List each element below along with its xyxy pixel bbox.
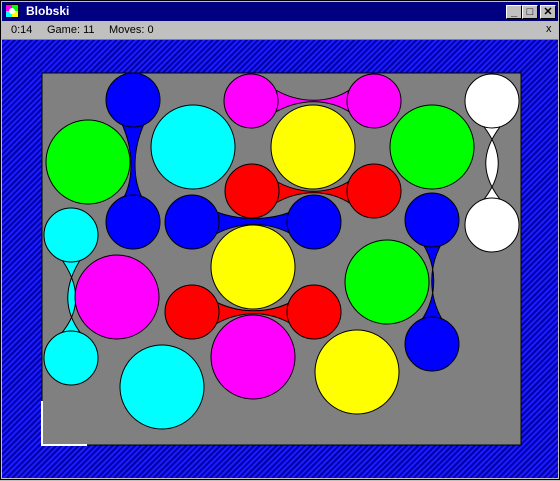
game-window: Blobski _ □ ✕ 0:14 Game: 11 Moves: 0 x xyxy=(0,0,560,480)
cyan-circle-bottom[interactable] xyxy=(119,344,205,430)
green-circle-right[interactable] xyxy=(344,239,430,325)
game-board-svg xyxy=(41,72,522,446)
magenta-circle-left[interactable] xyxy=(74,254,160,340)
yellow-circle-center[interactable] xyxy=(210,224,296,310)
magenta-circle-bottom[interactable] xyxy=(210,314,296,400)
cyan-circle-top[interactable] xyxy=(150,104,236,190)
yellow-circle-bottom[interactable] xyxy=(314,329,400,415)
green-circle-top-right[interactable] xyxy=(389,104,475,190)
yellow-circle-top[interactable] xyxy=(270,104,356,190)
green-circle-left[interactable] xyxy=(45,119,131,205)
